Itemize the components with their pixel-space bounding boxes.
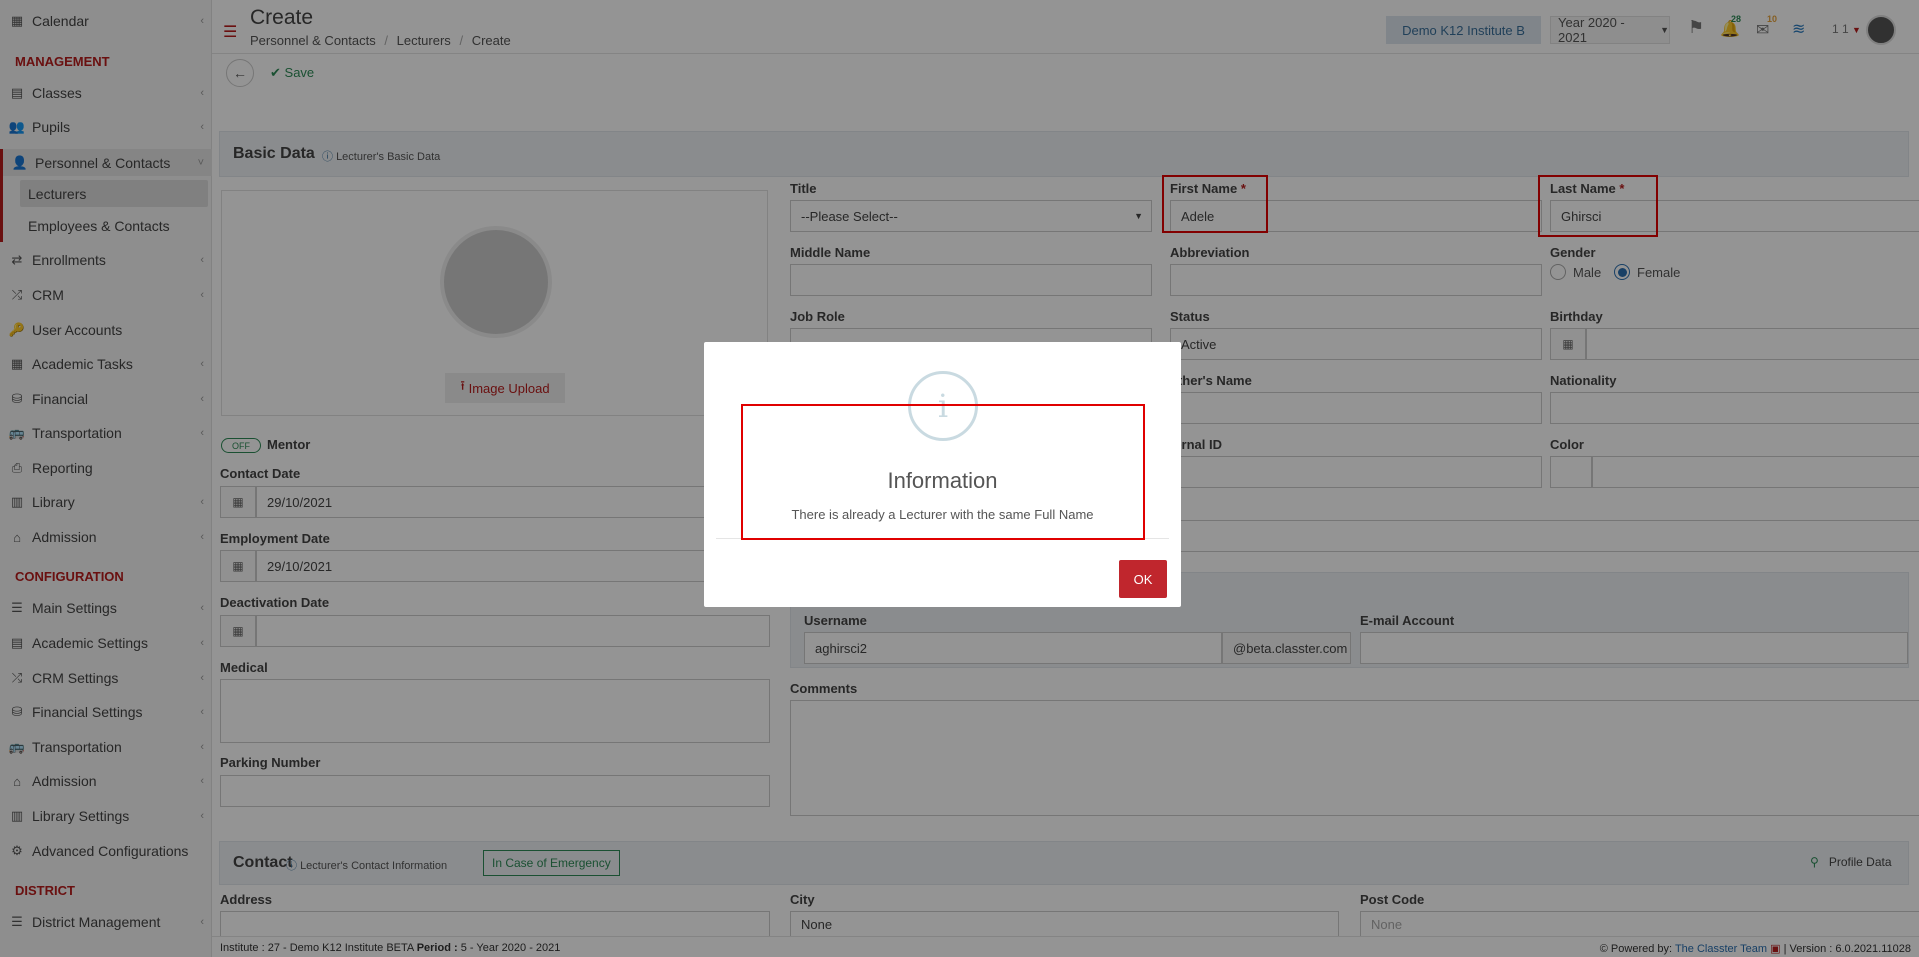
highlight-modal-message <box>741 404 1145 540</box>
ok-button[interactable]: OK <box>1119 560 1167 598</box>
information-modal: i Information There is already a Lecture… <box>704 342 1181 607</box>
